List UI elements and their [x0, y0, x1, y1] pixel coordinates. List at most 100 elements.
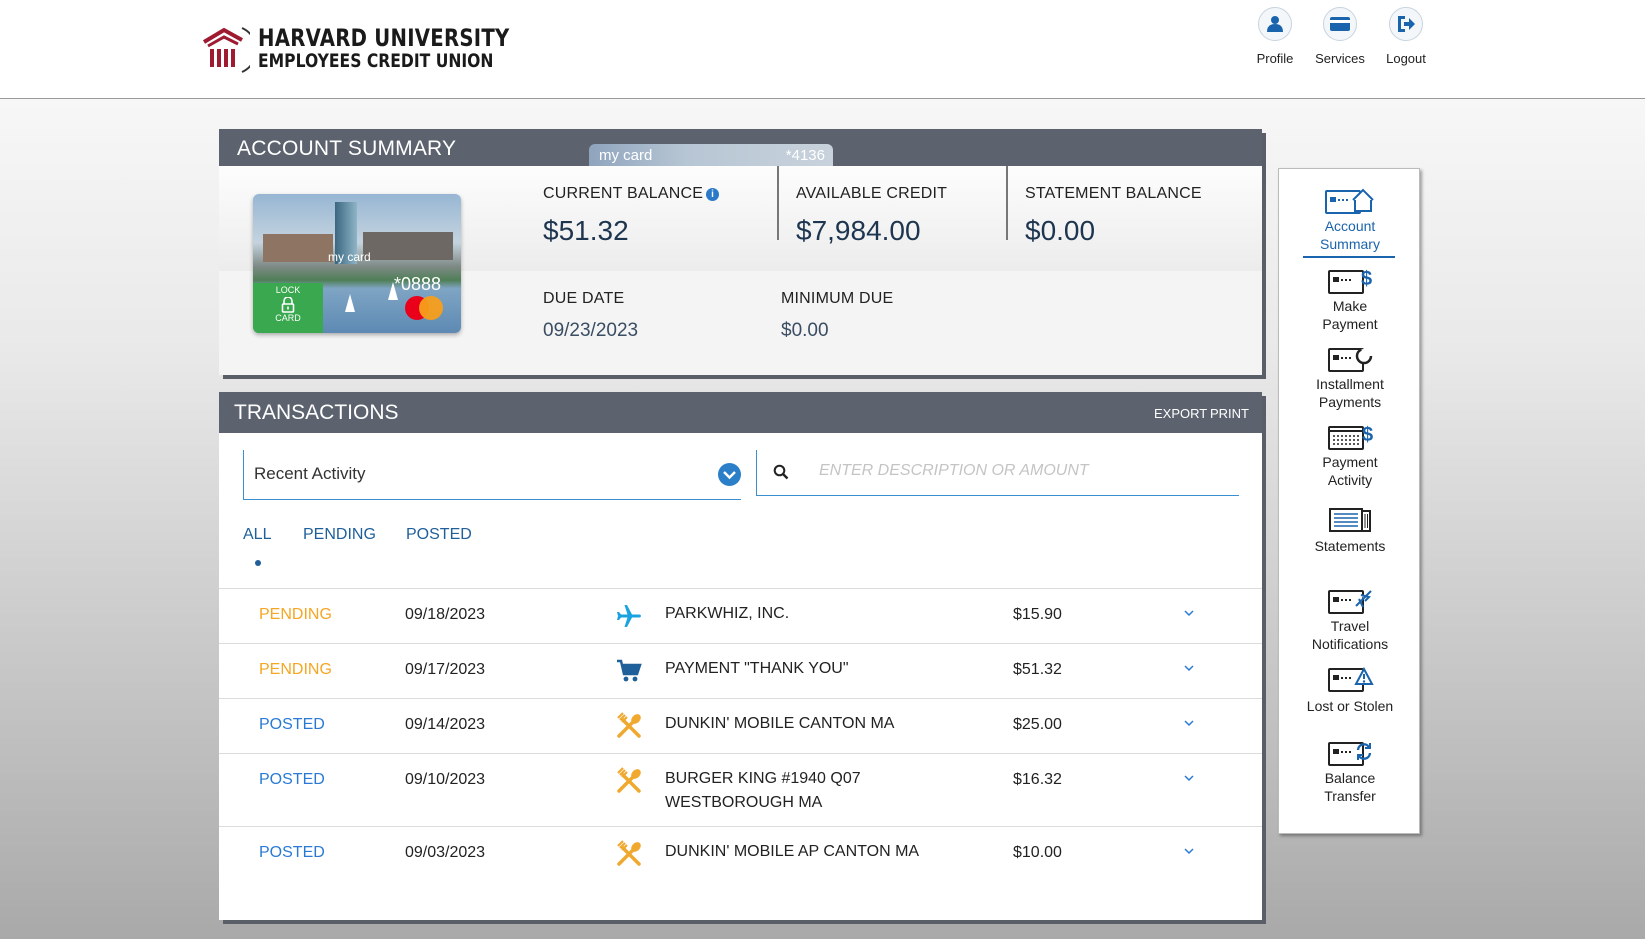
- row-date: 09/18/2023: [405, 606, 486, 623]
- divider: [1006, 166, 1008, 240]
- sidenav-payment-activity[interactable]: $ Payment Activity: [1279, 423, 1421, 489]
- active-tab-indicator: [255, 560, 261, 566]
- credit-card-icon[interactable]: [1323, 7, 1357, 41]
- svg-text:$: $: [1362, 424, 1373, 446]
- sidenav-label-line1: Lost or Stolen: [1306, 698, 1394, 714]
- card-tab-number: *4136: [785, 147, 825, 164]
- restaurant-icon: [617, 840, 641, 866]
- sidenav-label-line1: Installment: [1316, 376, 1384, 392]
- sidenav-label-line1: Travel: [1330, 618, 1370, 634]
- sidenav-label-line2: Payment: [1322, 316, 1378, 332]
- mastercard-logo-icon: [405, 296, 445, 320]
- airplane-icon: [617, 605, 641, 627]
- sidenav-installment-payments[interactable]: Installment Payments: [1279, 345, 1421, 411]
- balance-transfer-icon: [1328, 742, 1372, 766]
- sidenav-balance-transfer[interactable]: Balance Transfer: [1279, 739, 1421, 805]
- chevron-down-icon[interactable]: [1183, 772, 1195, 784]
- card-selector-tab[interactable]: my card *4136: [589, 144, 833, 166]
- sidenav-make-payment[interactable]: $ Make Payment: [1279, 267, 1421, 333]
- table-row[interactable]: POSTED 09/03/2023 DUNKIN' MOBILE AP CANT…: [219, 826, 1262, 881]
- logout-icon[interactable]: [1389, 7, 1423, 41]
- row-description: PAYMENT "THANK YOU": [665, 660, 849, 677]
- table-row[interactable]: POSTED 09/10/2023 BURGER KING #1940 Q07 …: [219, 753, 1262, 826]
- side-nav: Account Summary $ Make Payment Installme…: [1278, 168, 1420, 834]
- account-summary-header: ACCOUNT SUMMARY my card *4136: [219, 129, 1262, 166]
- user-icon[interactable]: [1258, 7, 1292, 41]
- export-button[interactable]: EXPORT: [1154, 406, 1207, 421]
- nav-services[interactable]: Services: [1305, 7, 1375, 66]
- logo-line1: HARVARD UNIVERSITY: [258, 24, 510, 53]
- minimum-due-value: $0.00: [781, 320, 829, 341]
- table-row[interactable]: POSTED 09/14/2023 DUNKIN' MOBILE CANTON …: [219, 698, 1262, 753]
- row-amount: $51.32: [1013, 661, 1062, 678]
- chevron-down-icon[interactable]: [1183, 662, 1195, 674]
- transactions-header: TRANSACTIONS EXPORT PRINT: [219, 392, 1262, 433]
- chevron-down-icon[interactable]: [718, 463, 741, 486]
- row-status: POSTED: [259, 716, 325, 733]
- sidenav-account-summary[interactable]: Account Summary: [1279, 187, 1421, 258]
- sidenav-travel-notifications[interactable]: Travel Notifications: [1279, 587, 1421, 653]
- print-button[interactable]: PRINT: [1210, 406, 1249, 421]
- row-description: PARKWHIZ, INC.: [665, 605, 790, 622]
- row-date: 09/14/2023: [405, 716, 486, 733]
- row-description: DUNKIN' MOBILE CANTON MA: [665, 715, 895, 732]
- active-underline: [1303, 256, 1395, 258]
- chevron-down-icon[interactable]: [1183, 845, 1195, 857]
- chevron-down-icon[interactable]: [1183, 607, 1195, 619]
- sidenav-label-line1: Payment: [1322, 454, 1378, 470]
- card-tab-name: my card: [599, 147, 653, 164]
- row-status: POSTED: [259, 844, 325, 861]
- transaction-list: PENDING 09/18/2023 PARKWHIZ, INC. $15.90…: [219, 588, 1262, 881]
- search-input[interactable]: [819, 462, 1219, 480]
- nav-logout[interactable]: Logout: [1371, 7, 1441, 66]
- activity-filter-value: Recent Activity: [254, 464, 366, 483]
- activity-filter-select[interactable]: Recent Activity: [243, 450, 741, 500]
- card-image-number: *0888: [394, 274, 442, 294]
- tab-all[interactable]: ALL: [243, 526, 271, 544]
- sidenav-label-line2: Payments: [1318, 394, 1382, 410]
- row-amount: $16.32: [1013, 771, 1062, 788]
- lost-stolen-icon: [1328, 666, 1374, 692]
- sidenav-label-line2: Transfer: [1324, 788, 1376, 804]
- row-amount: $25.00: [1013, 716, 1062, 733]
- minimum-due-label: MINIMUM DUE: [781, 290, 894, 307]
- search-icon: [773, 464, 789, 480]
- row-amount: $15.90: [1013, 606, 1062, 623]
- info-icon[interactable]: i: [706, 188, 720, 201]
- restaurant-icon: [617, 767, 641, 793]
- tab-pending[interactable]: PENDING: [303, 526, 376, 544]
- logo-text: HARVARD UNIVERSITY EMPLOYEES CREDIT UNIO…: [258, 26, 510, 71]
- chevron-down-icon[interactable]: [1183, 717, 1195, 729]
- tab-posted[interactable]: POSTED: [406, 526, 472, 544]
- sidenav-statements[interactable]: Statements: [1279, 505, 1421, 555]
- sidenav-label-line2: Summary: [1320, 236, 1380, 252]
- current-balance-label: CURRENT BALANCE i: [543, 185, 720, 203]
- sidenav-label-line1: Make: [1332, 298, 1368, 314]
- search-box: [756, 450, 1239, 496]
- installment-payments-icon: [1328, 347, 1373, 372]
- restaurant-icon: [617, 712, 641, 738]
- sidenav-lost-stolen[interactable]: Lost or Stolen: [1279, 665, 1421, 715]
- row-date: 09/10/2023: [405, 771, 486, 788]
- lock-card-button[interactable]: LOCK CARD: [253, 283, 323, 333]
- travel-notifications-icon: [1328, 590, 1372, 614]
- sidenav-label-line1: Account: [1324, 218, 1376, 234]
- payment-activity-icon: $: [1328, 424, 1373, 450]
- account-summary-title: ACCOUNT SUMMARY: [237, 137, 457, 160]
- logo-line2: EMPLOYEES CREDIT UNION: [258, 49, 494, 72]
- available-credit-value: $7,984.00: [796, 215, 921, 246]
- lock-card-bottom-label: CARD: [275, 313, 301, 323]
- table-row[interactable]: PENDING 09/17/2023 PAYMENT "THANK YOU" $…: [219, 643, 1262, 698]
- row-status: PENDING: [259, 606, 332, 623]
- transactions-panel: TRANSACTIONS EXPORT PRINT Recent Activit…: [219, 392, 1262, 920]
- statement-balance-value: $0.00: [1025, 215, 1096, 246]
- logo[interactable]: HARVARD UNIVERSITY EMPLOYEES CREDIT UNIO…: [198, 22, 565, 76]
- nav-profile[interactable]: Profile: [1240, 7, 1310, 66]
- row-date: 09/17/2023: [405, 661, 486, 678]
- current-balance-value: $51.32: [543, 215, 629, 246]
- table-row[interactable]: PENDING 09/18/2023 PARKWHIZ, INC. $15.90: [219, 588, 1262, 643]
- nav-logout-label: Logout: [1386, 51, 1426, 66]
- due-date-label: DUE DATE: [543, 290, 625, 307]
- statements-icon: [1329, 508, 1371, 532]
- row-amount: $10.00: [1013, 844, 1062, 861]
